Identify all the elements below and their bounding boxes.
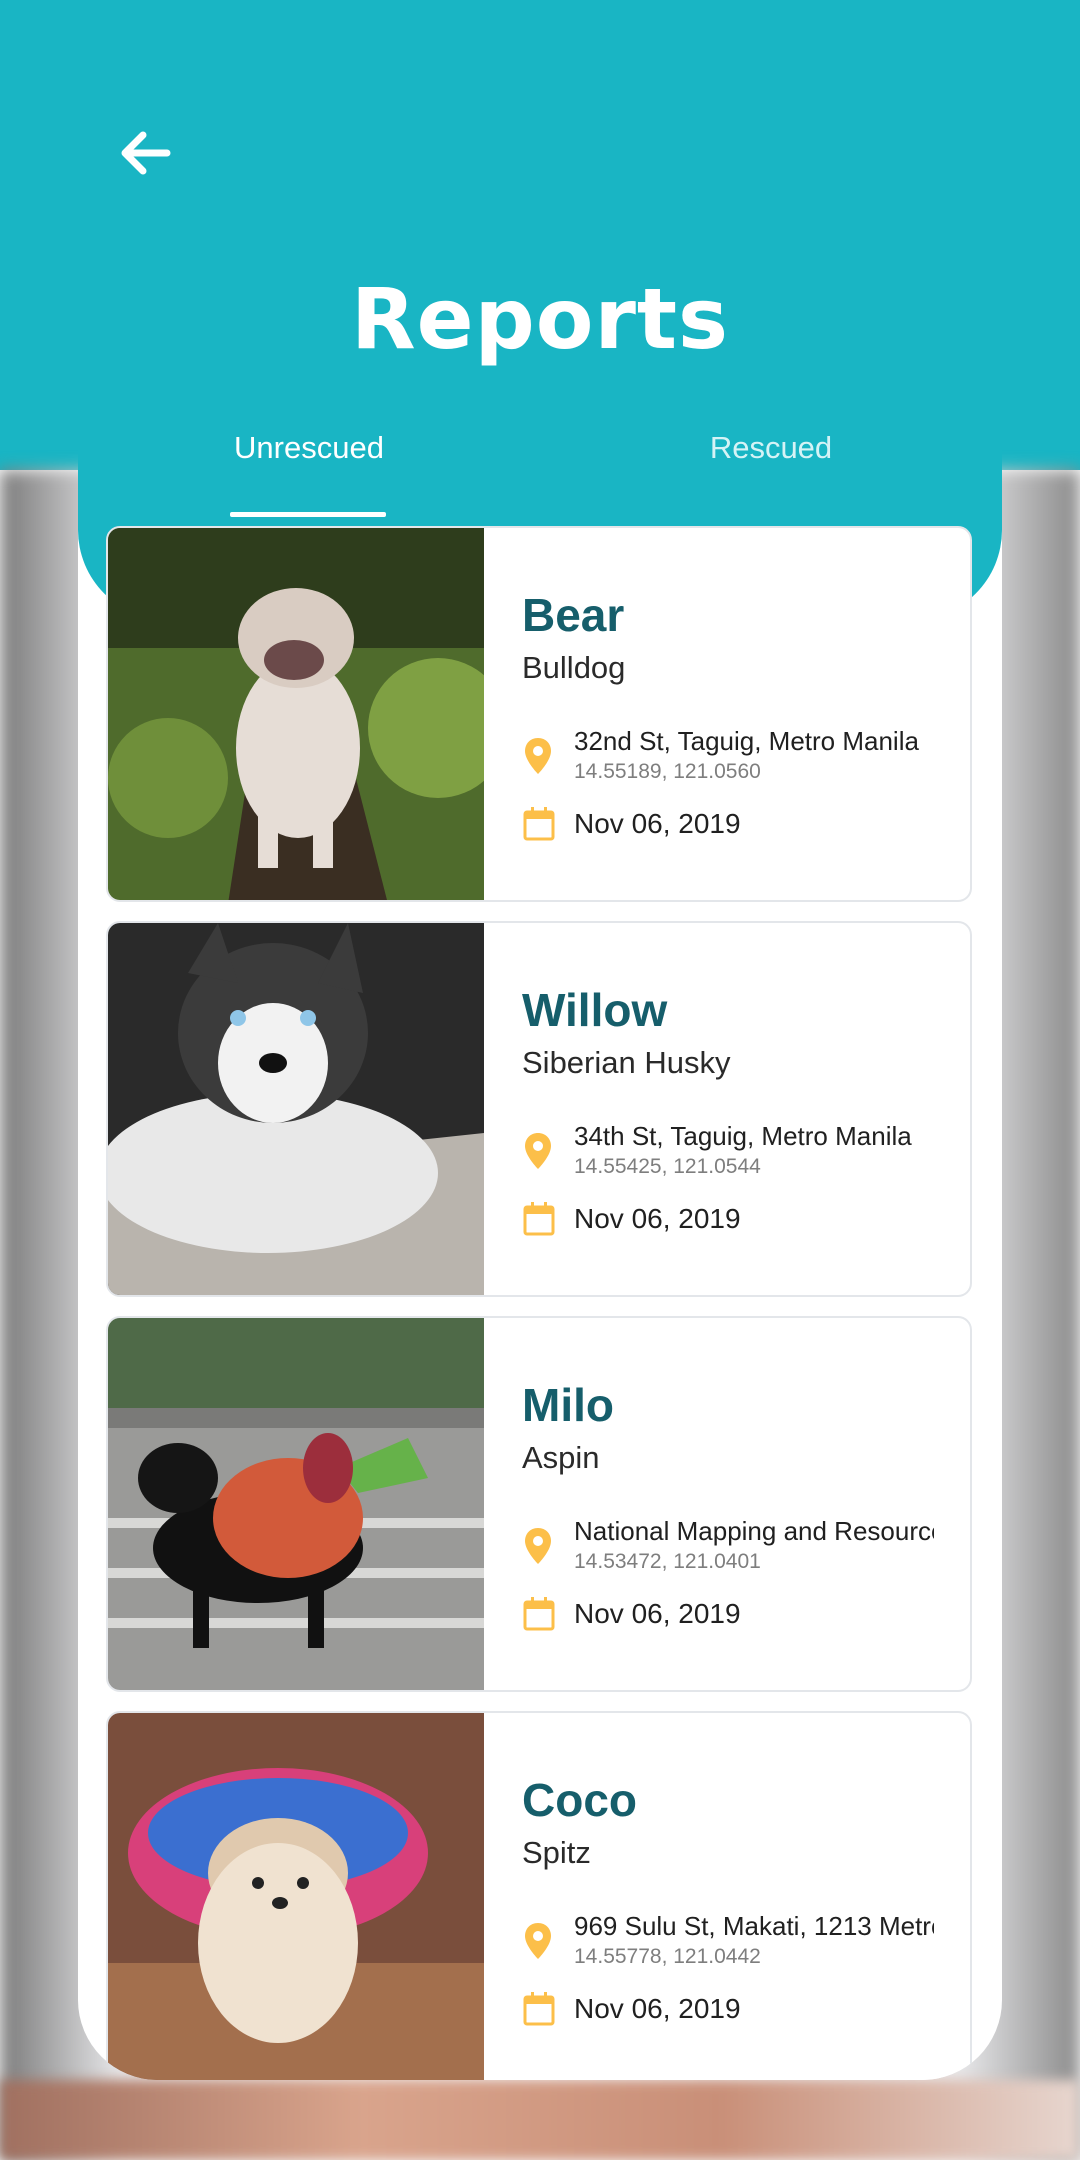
tab-rescued[interactable]: Rescued xyxy=(540,430,1002,466)
report-card-coco[interactable]: Coco Spitz 969 Sulu St, Makati, 1213 Met… xyxy=(106,1711,972,2080)
report-info: Bear Bulldog 32nd St, Taguig, Metro Mani… xyxy=(522,528,942,900)
location-pin-icon xyxy=(525,1923,551,1959)
report-coordinates: 14.55189, 121.0560 xyxy=(574,760,761,783)
pet-photo xyxy=(108,1318,484,1690)
report-info: Willow Siberian Husky 34th St, Taguig, M… xyxy=(522,923,942,1295)
bulldog-photo-illustration xyxy=(108,528,484,900)
report-card-bear[interactable]: Bear Bulldog 32nd St, Taguig, Metro Mani… xyxy=(106,526,972,902)
calendar-icon xyxy=(523,1202,555,1236)
report-address: 32nd St, Taguig, Metro Manila xyxy=(574,726,919,756)
pet-name: Milo xyxy=(522,1379,614,1431)
pet-breed: Spitz xyxy=(522,1835,591,1870)
reports-panel: Reports Unrescued Rescued Bear Bulldog 3… xyxy=(78,80,1002,2080)
report-date: Nov 06, 2019 xyxy=(574,1598,741,1629)
report-date: Nov 06, 2019 xyxy=(574,1993,741,2024)
pet-name: Willow xyxy=(522,984,668,1036)
report-address: 969 Sulu St, Makati, 1213 Metro xyxy=(574,1911,934,1941)
report-coordinates: 14.53472, 121.0401 xyxy=(574,1550,761,1573)
background-bottom xyxy=(0,2080,1080,2160)
page-title: Reports xyxy=(350,270,730,368)
pet-photo xyxy=(108,1713,484,2080)
arrow-left-icon xyxy=(121,131,171,175)
husky-photo-illustration xyxy=(108,923,484,1295)
pet-breed: Siberian Husky xyxy=(522,1045,731,1080)
pet-name: Bear xyxy=(522,589,625,641)
active-tab-indicator xyxy=(230,512,386,517)
report-coordinates: 14.55425, 121.0544 xyxy=(574,1155,761,1178)
location-pin-icon xyxy=(525,1528,551,1564)
report-info: Milo Aspin National Mapping and Resource… xyxy=(522,1318,942,1690)
pet-photo xyxy=(108,923,484,1295)
report-address: 34th St, Taguig, Metro Manila xyxy=(574,1121,912,1151)
pet-breed: Aspin xyxy=(522,1440,600,1475)
pet-name: Coco xyxy=(522,1774,637,1826)
pet-photo xyxy=(108,528,484,900)
report-card-willow[interactable]: Willow Siberian Husky 34th St, Taguig, M… xyxy=(106,921,972,1297)
calendar-icon xyxy=(523,1992,555,2026)
report-card-milo[interactable]: Milo Aspin National Mapping and Resource… xyxy=(106,1316,972,1692)
pet-breed: Bulldog xyxy=(522,650,626,685)
location-pin-icon xyxy=(525,738,551,774)
back-button[interactable] xyxy=(110,118,180,188)
aspin-photo-illustration xyxy=(108,1318,484,1690)
calendar-icon xyxy=(523,807,555,841)
report-coordinates: 14.55778, 121.0442 xyxy=(574,1945,761,1968)
report-date: Nov 06, 2019 xyxy=(574,808,741,839)
spitz-photo-illustration xyxy=(108,1713,484,2080)
report-info: Coco Spitz 969 Sulu St, Makati, 1213 Met… xyxy=(522,1713,942,2080)
report-date: Nov 06, 2019 xyxy=(574,1203,741,1234)
tab-unrescued[interactable]: Unrescued xyxy=(78,430,540,466)
location-pin-icon xyxy=(525,1133,551,1169)
calendar-icon xyxy=(523,1597,555,1631)
report-address: National Mapping and Resource xyxy=(574,1516,934,1546)
